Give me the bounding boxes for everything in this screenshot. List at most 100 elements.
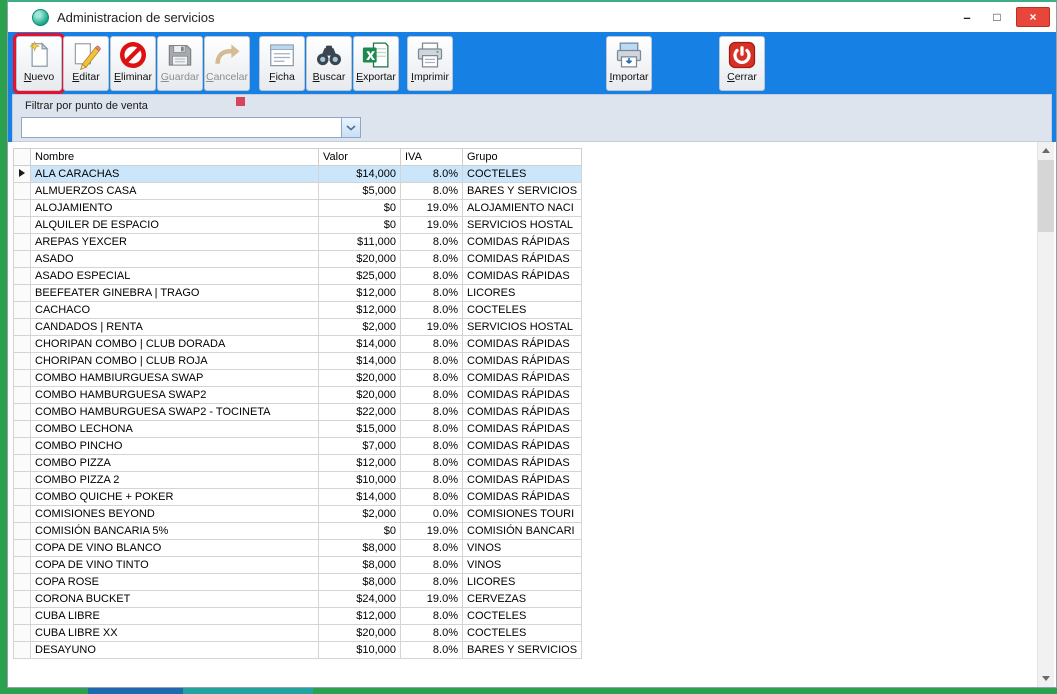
cell-nombre[interactable]: ALOJAMIENTO: [31, 200, 319, 217]
cell-grupo[interactable]: COMIDAS RÁPIDAS: [463, 251, 582, 268]
cell-valor[interactable]: $10,000: [319, 642, 401, 659]
cell-iva[interactable]: 8.0%: [401, 336, 463, 353]
editar-button[interactable]: Editar: [63, 36, 109, 91]
cell-valor[interactable]: $20,000: [319, 387, 401, 404]
cell-iva[interactable]: 8.0%: [401, 472, 463, 489]
minimize-button[interactable]: –: [956, 7, 978, 27]
table-row[interactable]: DESAYUNO$10,0008.0%BARES Y SERVICIOS: [14, 642, 582, 659]
cell-valor[interactable]: $2,000: [319, 319, 401, 336]
cell-iva[interactable]: 8.0%: [401, 625, 463, 642]
cell-nombre[interactable]: COMISIONES BEYOND: [31, 506, 319, 523]
cell-nombre[interactable]: COMBO QUICHE + POKER: [31, 489, 319, 506]
cell-grupo[interactable]: COMISIONES TOURI: [463, 506, 582, 523]
cerrar-button[interactable]: Cerrar: [719, 36, 765, 91]
cell-grupo[interactable]: ALOJAMIENTO NACI: [463, 200, 582, 217]
table-row[interactable]: CHORIPAN COMBO | CLUB ROJA$14,0008.0%COM…: [14, 353, 582, 370]
cell-grupo[interactable]: COMIDAS RÁPIDAS: [463, 472, 582, 489]
table-row[interactable]: ALOJAMIENTO$019.0%ALOJAMIENTO NACI: [14, 200, 582, 217]
cell-valor[interactable]: $25,000: [319, 268, 401, 285]
cell-nombre[interactable]: COMBO HAMBURGUESA SWAP2: [31, 387, 319, 404]
cell-grupo[interactable]: LICORES: [463, 285, 582, 302]
table-row[interactable]: CACHACO$12,0008.0%COCTELES: [14, 302, 582, 319]
cell-grupo[interactable]: LICORES: [463, 574, 582, 591]
cell-valor[interactable]: $24,000: [319, 591, 401, 608]
filter-combobox[interactable]: [21, 117, 361, 138]
table-row[interactable]: AREPAS YEXCER$11,0008.0%COMIDAS RÁPIDAS: [14, 234, 582, 251]
cell-grupo[interactable]: COMIDAS RÁPIDAS: [463, 268, 582, 285]
scrollbar-up-button[interactable]: [1038, 142, 1054, 159]
cell-nombre[interactable]: COMISIÓN BANCARIA 5%: [31, 523, 319, 540]
cell-valor[interactable]: $12,000: [319, 608, 401, 625]
table-row[interactable]: ALA CARACHAS$14,0008.0%COCTELES: [14, 166, 582, 183]
cell-grupo[interactable]: COMIDAS RÁPIDAS: [463, 421, 582, 438]
cell-nombre[interactable]: CUBA LIBRE XX: [31, 625, 319, 642]
cancelar-button[interactable]: Cancelar: [204, 36, 250, 91]
cell-grupo[interactable]: COCTELES: [463, 625, 582, 642]
cell-nombre[interactable]: COMBO PINCHO: [31, 438, 319, 455]
table-row[interactable]: COMBO LECHONA$15,0008.0%COMIDAS RÁPIDAS: [14, 421, 582, 438]
column-header-nombre[interactable]: Nombre: [31, 149, 319, 166]
cell-grupo[interactable]: COMIDAS RÁPIDAS: [463, 370, 582, 387]
cell-nombre[interactable]: BEEFEATER GINEBRA | TRAGO: [31, 285, 319, 302]
cell-iva[interactable]: 8.0%: [401, 387, 463, 404]
table-row[interactable]: COMBO PIZZA$12,0008.0%COMIDAS RÁPIDAS: [14, 455, 582, 472]
cell-nombre[interactable]: ASADO: [31, 251, 319, 268]
cell-iva[interactable]: 19.0%: [401, 200, 463, 217]
cell-nombre[interactable]: ALQUILER DE ESPACIO: [31, 217, 319, 234]
table-row[interactable]: ASADO$20,0008.0%COMIDAS RÁPIDAS: [14, 251, 582, 268]
cell-valor[interactable]: $14,000: [319, 353, 401, 370]
cell-iva[interactable]: 8.0%: [401, 642, 463, 659]
cell-valor[interactable]: $7,000: [319, 438, 401, 455]
table-row[interactable]: BEEFEATER GINEBRA | TRAGO$12,0008.0%LICO…: [14, 285, 582, 302]
cell-grupo[interactable]: BARES Y SERVICIOS: [463, 642, 582, 659]
cell-iva[interactable]: 8.0%: [401, 285, 463, 302]
ficha-button[interactable]: Ficha: [259, 36, 305, 91]
cell-grupo[interactable]: COMIDAS RÁPIDAS: [463, 455, 582, 472]
table-row[interactable]: CUBA LIBRE$12,0008.0%COCTELES: [14, 608, 582, 625]
cell-iva[interactable]: 8.0%: [401, 166, 463, 183]
table-row[interactable]: COMBO QUICHE + POKER$14,0008.0%COMIDAS R…: [14, 489, 582, 506]
cell-grupo[interactable]: COMIDAS RÁPIDAS: [463, 438, 582, 455]
cell-grupo[interactable]: VINOS: [463, 557, 582, 574]
cell-valor[interactable]: $2,000: [319, 506, 401, 523]
guardar-button[interactable]: Guardar: [157, 36, 203, 91]
cell-valor[interactable]: $14,000: [319, 489, 401, 506]
cell-grupo[interactable]: COCTELES: [463, 608, 582, 625]
imprimir-button[interactable]: Imprimir: [407, 36, 453, 91]
exportar-button[interactable]: Exportar: [353, 36, 399, 91]
cell-grupo[interactable]: SERVICIOS HOSTAL: [463, 319, 582, 336]
cell-grupo[interactable]: COMIDAS RÁPIDAS: [463, 353, 582, 370]
cell-nombre[interactable]: COPA DE VINO BLANCO: [31, 540, 319, 557]
table-row[interactable]: COMBO HAMBIURGUESA SWAP$20,0008.0%COMIDA…: [14, 370, 582, 387]
table-row[interactable]: CANDADOS | RENTA$2,00019.0%SERVICIOS HOS…: [14, 319, 582, 336]
nuevo-button[interactable]: Nuevo: [16, 36, 62, 91]
cell-nombre[interactable]: CACHACO: [31, 302, 319, 319]
cell-iva[interactable]: 8.0%: [401, 183, 463, 200]
cell-iva[interactable]: 8.0%: [401, 540, 463, 557]
cell-valor[interactable]: $14,000: [319, 336, 401, 353]
eliminar-button[interactable]: Eliminar: [110, 36, 156, 91]
table-row[interactable]: CUBA LIBRE XX$20,0008.0%COCTELES: [14, 625, 582, 642]
table-row[interactable]: ASADO ESPECIAL$25,0008.0%COMIDAS RÁPIDAS: [14, 268, 582, 285]
cell-iva[interactable]: 8.0%: [401, 234, 463, 251]
cell-grupo[interactable]: COMIDAS RÁPIDAS: [463, 234, 582, 251]
cell-nombre[interactable]: COMBO PIZZA: [31, 455, 319, 472]
cell-valor[interactable]: $14,000: [319, 166, 401, 183]
cell-iva[interactable]: 8.0%: [401, 421, 463, 438]
cell-grupo[interactable]: COMISIÓN BANCARI: [463, 523, 582, 540]
table-row[interactable]: COMBO HAMBURGUESA SWAP2$20,0008.0%COMIDA…: [14, 387, 582, 404]
cell-valor[interactable]: $15,000: [319, 421, 401, 438]
cell-nombre[interactable]: CANDADOS | RENTA: [31, 319, 319, 336]
cell-valor[interactable]: $12,000: [319, 302, 401, 319]
cell-grupo[interactable]: BARES Y SERVICIOS: [463, 183, 582, 200]
cell-iva[interactable]: 8.0%: [401, 557, 463, 574]
column-header-iva[interactable]: IVA: [401, 149, 463, 166]
cell-valor[interactable]: $0: [319, 200, 401, 217]
cell-valor[interactable]: $0: [319, 217, 401, 234]
cell-nombre[interactable]: COMBO HAMBURGUESA SWAP2 - TOCINETA: [31, 404, 319, 421]
cell-iva[interactable]: 8.0%: [401, 608, 463, 625]
cell-iva[interactable]: 8.0%: [401, 353, 463, 370]
table-row[interactable]: COMBO PINCHO$7,0008.0%COMIDAS RÁPIDAS: [14, 438, 582, 455]
table-row[interactable]: COMISIÓN BANCARIA 5%$019.0%COMISIÓN BANC…: [14, 523, 582, 540]
cell-iva[interactable]: 8.0%: [401, 404, 463, 421]
